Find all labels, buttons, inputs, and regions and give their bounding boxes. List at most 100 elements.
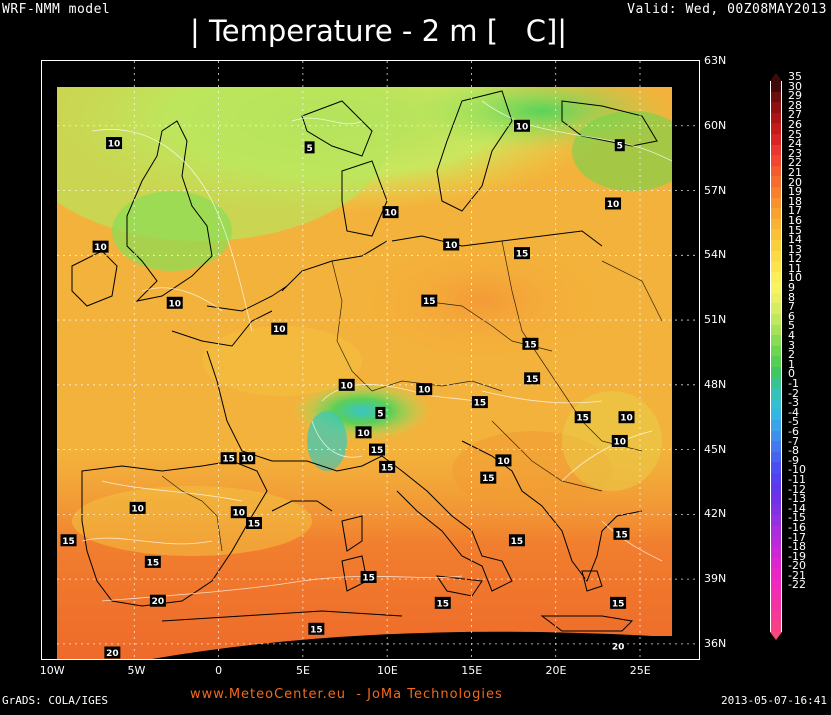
contour-label: 5 <box>304 141 315 154</box>
contour-label: 10 <box>382 206 399 219</box>
lat-label-57N: 57N <box>704 183 727 197</box>
contour-label: 10 <box>618 411 635 424</box>
svg-text:15: 15 <box>474 399 487 409</box>
colorbar-segment <box>770 81 782 92</box>
colorbar-segment <box>770 292 782 304</box>
svg-text:20: 20 <box>152 597 165 607</box>
colorbar-bottom-arrow <box>770 631 782 640</box>
contour-label: 15 <box>421 294 438 307</box>
svg-text:10: 10 <box>233 509 246 519</box>
colorbar-segment <box>770 557 782 569</box>
contour-label: 20 <box>104 646 121 659</box>
contour-label: 10 <box>338 378 355 391</box>
colorbar-segment <box>770 367 782 378</box>
svg-text:15: 15 <box>362 573 375 583</box>
colorbar-labels: 35 30 29 28 27 26 25 24 23 22 21 20 19 18 17 16 15 14 13 12… <box>788 71 806 592</box>
svg-text:10: 10 <box>445 241 458 251</box>
colorbar-segment <box>770 314 782 325</box>
colorbar-segment <box>770 600 782 611</box>
svg-text:10: 10 <box>614 437 627 447</box>
colorbar-segment <box>770 441 782 452</box>
colorbar-segment <box>770 515 782 526</box>
lon-label-15E: 15E <box>461 664 483 677</box>
colorbar-segment <box>770 165 782 177</box>
colorbar-segment <box>770 610 782 622</box>
contour-label: 10 <box>106 137 123 150</box>
svg-text:5: 5 <box>306 144 312 154</box>
colorbar-segment <box>770 345 782 357</box>
contour-label: 10 <box>355 426 372 439</box>
svg-text:15: 15 <box>62 537 75 547</box>
colorbar-segment <box>770 504 782 516</box>
contour-label: 15 <box>514 247 530 260</box>
lon-label-20E: 20E <box>545 664 567 677</box>
svg-text:15: 15 <box>516 250 529 260</box>
svg-text:10: 10 <box>607 200 620 210</box>
svg-text:15: 15 <box>248 519 261 529</box>
colorbar-segment <box>770 462 782 473</box>
colorbar-segment <box>770 144 782 156</box>
colorbar-segment <box>770 208 782 219</box>
contour-label: 15 <box>144 555 161 568</box>
contour-label: 15 <box>522 337 539 350</box>
colorbar-segment <box>770 430 782 442</box>
colorbar-segment <box>770 229 782 240</box>
chart-title: | Temperature - 2 m [ C]| <box>190 14 568 48</box>
svg-text:10: 10 <box>418 386 431 396</box>
lon-label-5W: 5W <box>127 664 146 677</box>
svg-text:10: 10 <box>94 243 107 253</box>
svg-text:5: 5 <box>377 409 383 419</box>
contour-label: 15 <box>508 534 525 547</box>
temperature-field <box>57 87 672 659</box>
contour-label: 15 <box>574 411 591 424</box>
contour-label: 15 <box>471 396 488 409</box>
colorbar-segment <box>770 102 782 113</box>
colorbar-segment <box>770 186 782 198</box>
contour-label: 10 <box>166 296 183 309</box>
colorbar-segment <box>770 335 782 346</box>
lat-label-39N: 39N <box>704 572 727 586</box>
lat-label-48N: 48N <box>704 377 727 391</box>
svg-text:5: 5 <box>617 142 623 152</box>
valid-time: Valid: Wed, 00Z08MAY2013 <box>627 2 827 17</box>
contour-label: 10 <box>129 501 146 514</box>
contour-label: 10 <box>611 434 628 447</box>
colorbar-segment <box>770 398 782 410</box>
contour-label: 20 <box>149 594 166 607</box>
colorbar-segment <box>770 261 782 272</box>
svg-text:10: 10 <box>168 299 181 309</box>
contour-label: 10 <box>230 506 247 519</box>
colorbar-segment <box>770 578 782 590</box>
colorbar-segment <box>770 133 782 145</box>
colorbar-segment <box>770 155 782 166</box>
colorbar-segment <box>770 377 782 389</box>
contour-label: 15 <box>220 452 237 465</box>
contour-label: 10 <box>239 452 256 465</box>
svg-text:10: 10 <box>340 381 353 391</box>
contour-label: 15 <box>610 596 627 609</box>
colorbar-segment <box>770 568 782 579</box>
lat-label-45N: 45N <box>704 442 727 456</box>
contour-label: 10 <box>514 119 530 132</box>
contour-label: 5 <box>614 139 625 152</box>
lon-label-10W: 10W <box>39 664 65 677</box>
colorbar-segment <box>770 483 782 495</box>
svg-text:15: 15 <box>526 375 539 385</box>
lon-label-10E: 10E <box>376 664 398 677</box>
colorbar-segment <box>770 621 782 632</box>
svg-text:20: 20 <box>106 649 119 659</box>
contour-label: 5 <box>375 406 386 419</box>
colorbar-segment <box>770 356 782 368</box>
colorbar-segment <box>770 303 782 315</box>
contour-label: 15 <box>379 460 396 473</box>
contour-label: 20 <box>610 640 627 653</box>
svg-text:15: 15 <box>524 340 537 350</box>
colorbar-label: -22 <box>788 578 806 592</box>
temperature-map: 1010105105101015101015151510 101551015151… <box>42 61 699 659</box>
contour-label: 15 <box>524 372 541 385</box>
svg-text:10: 10 <box>357 429 370 439</box>
contour-label: 10 <box>443 238 460 251</box>
svg-text:15: 15 <box>615 530 628 540</box>
lat-label-60N: 60N <box>704 118 727 132</box>
lat-label-36N: 36N <box>704 636 727 650</box>
